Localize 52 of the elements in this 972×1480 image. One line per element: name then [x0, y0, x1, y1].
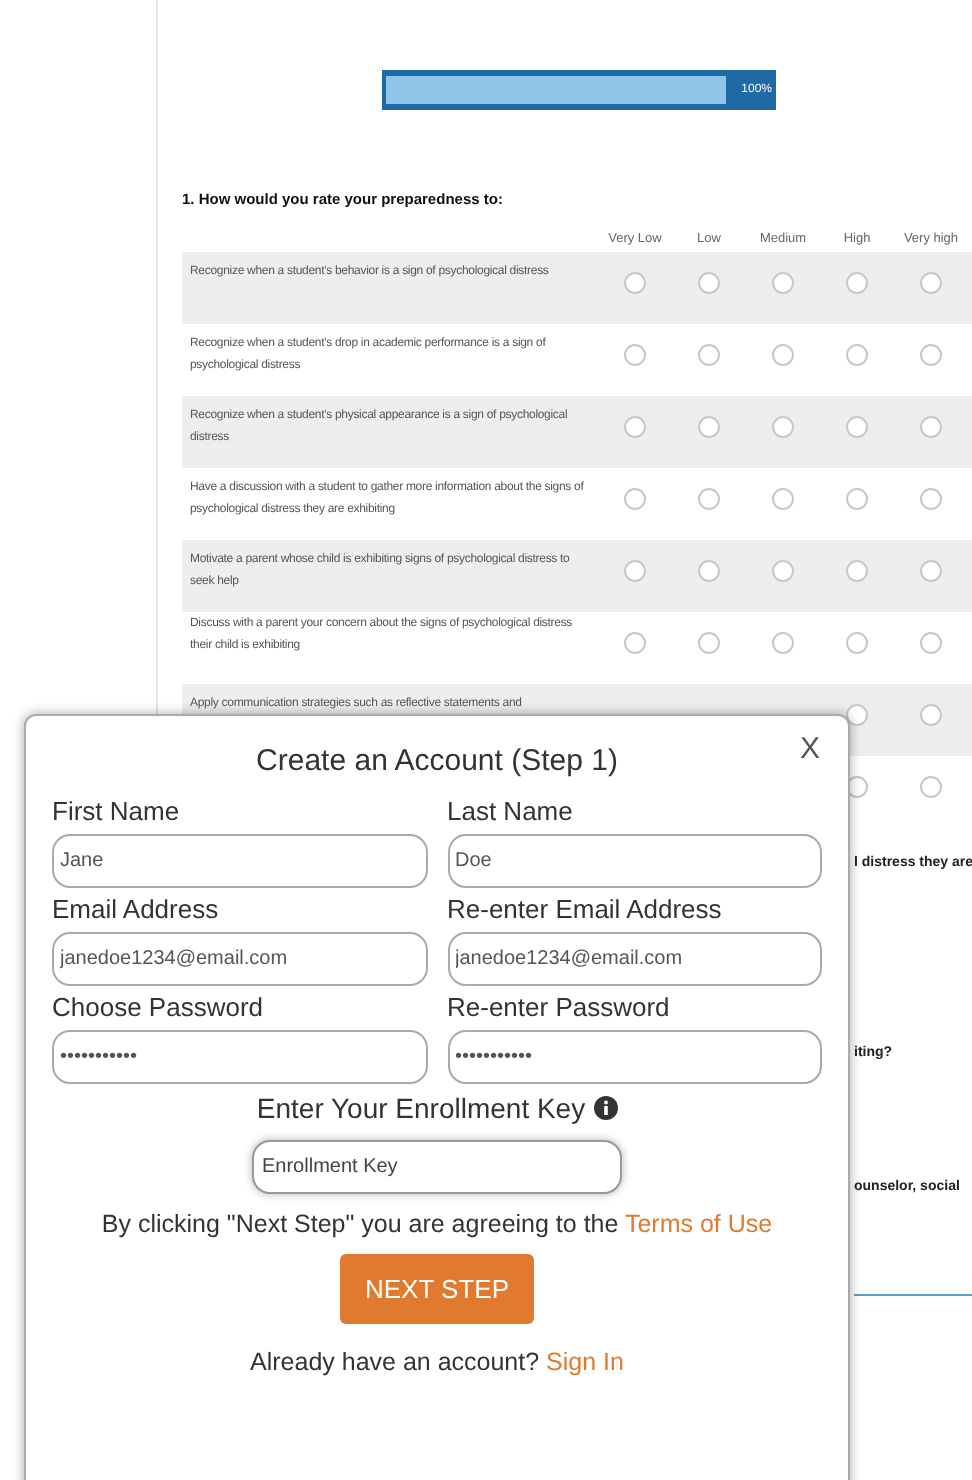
radio-button[interactable]	[846, 272, 868, 294]
radio-button[interactable]	[624, 632, 646, 654]
radio-button[interactable]	[920, 344, 942, 366]
radio-button[interactable]	[846, 344, 868, 366]
radio-button[interactable]	[698, 632, 720, 654]
input-field[interactable]: Jane	[52, 834, 427, 888]
radio-button[interactable]	[846, 560, 868, 582]
input-field[interactable]: janedoe1234@email.com	[447, 932, 822, 986]
radio-button[interactable]	[772, 632, 794, 654]
radio-button[interactable]	[846, 488, 868, 510]
signin-text: Already have an account? Sign In	[250, 1348, 624, 1376]
radio-button[interactable]	[920, 272, 942, 294]
radio-button[interactable]	[920, 560, 942, 582]
radio-button[interactable]	[624, 416, 646, 438]
radio-button[interactable]	[920, 632, 942, 654]
input-field[interactable]: janedoe1234@email.com	[52, 932, 427, 986]
radio-button[interactable]	[698, 416, 720, 438]
terms-text: By clicking "Next Step" you are agreeing to the Terms of Use	[101, 1210, 773, 1238]
radio-button[interactable]	[698, 272, 720, 294]
enrollment-key-field[interactable]: Enrollment Key	[252, 1140, 622, 1194]
radio-button[interactable]	[698, 560, 720, 582]
radio-button[interactable]	[772, 560, 794, 582]
info-icon[interactable]	[593, 1096, 618, 1120]
radio-button[interactable]	[920, 488, 942, 510]
input-field[interactable]: •••••••••••	[52, 1030, 427, 1084]
radio-button[interactable]	[698, 344, 720, 366]
input-field[interactable]: •••••••••••	[447, 1030, 822, 1084]
radio-button[interactable]	[624, 560, 646, 582]
field-label: Choose Password	[52, 990, 265, 1026]
enrollment-key-label: Enter Your Enrollment Key	[256, 1092, 586, 1124]
radio-button[interactable]	[920, 416, 942, 438]
radio-button[interactable]	[846, 632, 868, 654]
radio-button[interactable]	[698, 488, 720, 510]
field-label: Email Address	[52, 892, 221, 928]
radio-button[interactable]	[624, 488, 646, 510]
radio-button[interactable]	[772, 272, 794, 294]
radio-button[interactable]	[624, 344, 646, 366]
radio-button[interactable]	[846, 416, 868, 438]
input-field[interactable]: Doe	[447, 834, 822, 888]
dialog-title: Create an Account (Step 1)	[256, 744, 618, 778]
field-label: First Name	[52, 794, 182, 830]
radio-button[interactable]	[846, 704, 868, 726]
radio-button[interactable]	[920, 704, 942, 726]
close-button[interactable]: X	[799, 732, 820, 766]
radio-button[interactable]	[772, 344, 794, 366]
radio-button[interactable]	[772, 488, 794, 510]
field-label: Re-enter Email Address	[447, 892, 724, 928]
radio-button[interactable]	[920, 776, 942, 798]
radio-button[interactable]	[772, 416, 794, 438]
radio-button[interactable]	[624, 272, 646, 294]
field-label: Last Name	[447, 794, 575, 830]
field-label: Re-enter Password	[447, 990, 672, 1026]
